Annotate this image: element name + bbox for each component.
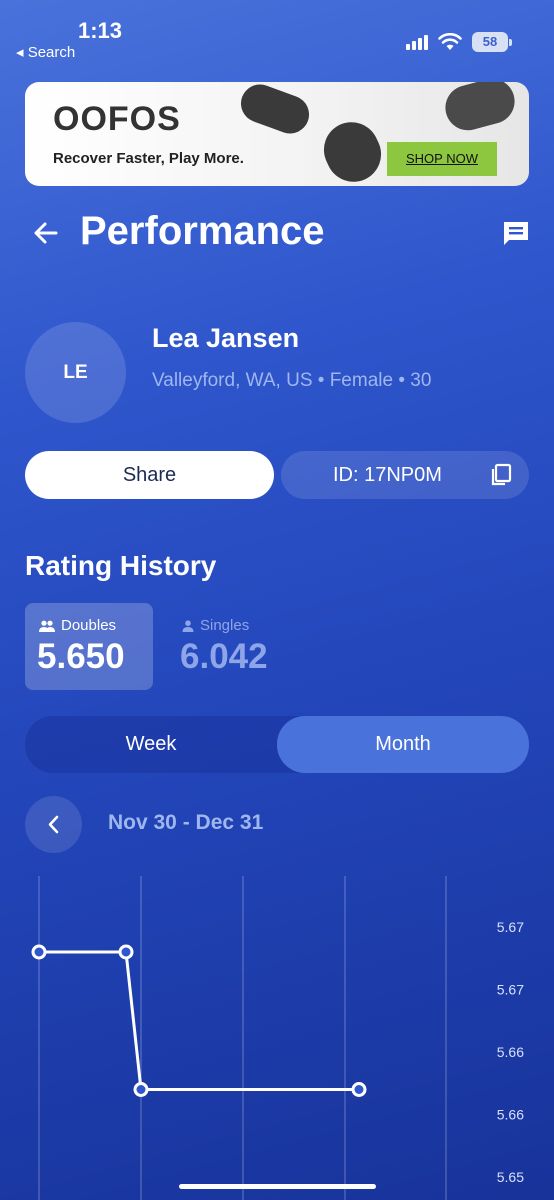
shoe-image	[440, 82, 520, 136]
singles-label: Singles	[182, 617, 249, 634]
tab-month[interactable]: Month	[277, 716, 529, 773]
y-axis-tick-label: 5.67	[497, 919, 524, 935]
copy-icon[interactable]	[489, 463, 513, 487]
back-arrow-icon[interactable]	[30, 217, 62, 249]
clock: 1:13	[78, 18, 123, 43]
ad-tagline: Recover Faster, Play More.	[53, 150, 244, 167]
profile-name: Lea Jansen	[152, 323, 300, 353]
y-axis-tick-label: 5.66	[497, 1044, 524, 1060]
rating-line	[39, 950, 359, 1091]
doubles-label: Doubles	[39, 617, 116, 634]
shoe-image	[314, 113, 391, 186]
rating-point	[31, 944, 47, 960]
rating-card-doubles[interactable]: Doubles 5.650	[25, 603, 153, 690]
y-axis-tick-label: 5.66	[497, 1107, 524, 1123]
back-to-search-link[interactable]: ◂ Search	[16, 43, 75, 61]
previous-period-button[interactable]	[25, 796, 82, 853]
rating-point	[351, 1082, 367, 1097]
people-icon	[39, 620, 55, 632]
chat-icon[interactable]	[500, 217, 532, 249]
status-bar: 1:13 ◂ Search 58	[0, 0, 554, 70]
avatar: LE	[25, 322, 126, 423]
player-id-field[interactable]: ID: 17NP0M	[281, 451, 529, 499]
y-axis-tick-label: 5.65	[497, 1169, 524, 1185]
doubles-label-text: Doubles	[61, 617, 117, 634]
cellular-signal-icon	[406, 34, 428, 50]
page-title: Performance	[80, 209, 325, 253]
singles-rating: 6.042	[180, 637, 268, 676]
y-axis-tick-label: 5.67	[497, 982, 524, 998]
person-icon	[182, 619, 194, 632]
battery-indicator: 58	[472, 32, 512, 52]
rating-point	[133, 1082, 149, 1097]
page-header: Performance	[0, 205, 554, 265]
singles-label-text: Singles	[200, 617, 250, 634]
status-icons: 58	[406, 31, 512, 53]
tab-week[interactable]: Week	[25, 716, 277, 773]
section-title-rating-history: Rating History	[25, 550, 217, 581]
rating-history-chart: 5.67 5.67 5.66 5.66 5.65	[31, 876, 524, 1200]
rating-point	[118, 944, 134, 960]
ad-brand-logo: OOFOS	[53, 100, 181, 138]
player-id-label: ID: 17NP0M	[333, 464, 442, 486]
date-range-label: Nov 30 - Dec 31	[108, 811, 264, 834]
profile-meta: Valleyford, WA, US • Female • 30	[152, 370, 432, 391]
home-indicator	[179, 1184, 376, 1189]
ad-shop-now-button[interactable]: SHOP NOW	[387, 142, 497, 176]
chevron-left-icon	[48, 815, 59, 834]
share-button[interactable]: Share	[25, 451, 274, 499]
period-toggle: Week Month	[25, 716, 529, 773]
doubles-rating: 5.650	[37, 637, 125, 676]
rating-card-singles[interactable]: Singles 6.042	[168, 603, 296, 690]
wifi-icon	[438, 33, 462, 50]
shoe-image	[235, 82, 315, 139]
ad-banner[interactable]: OOFOS Recover Faster, Play More. SHOP NO…	[25, 82, 529, 186]
